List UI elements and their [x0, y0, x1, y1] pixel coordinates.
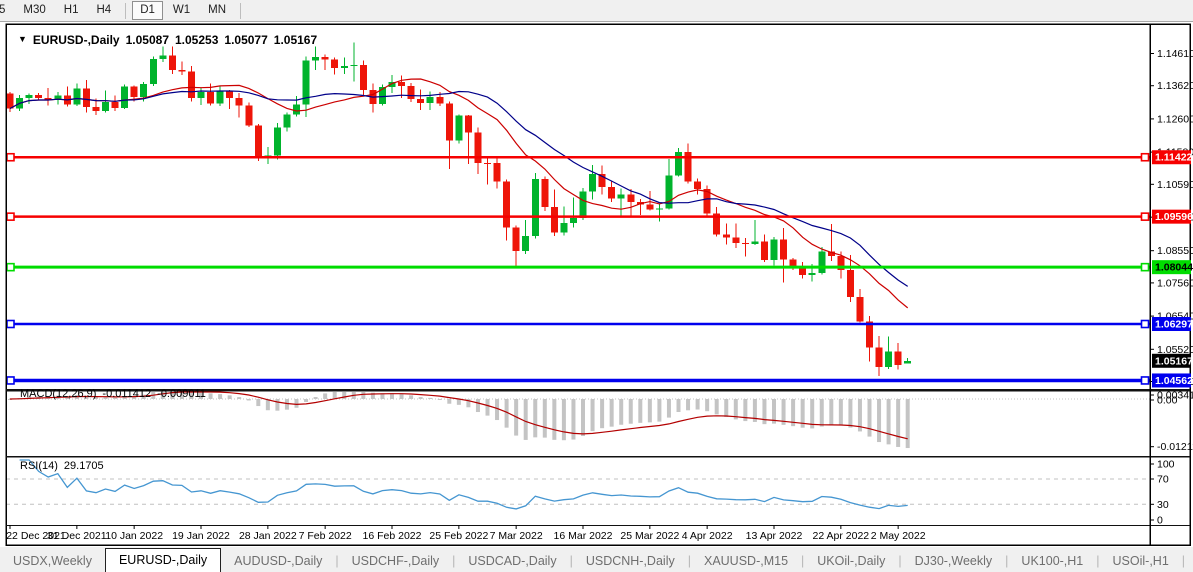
timeframe-button-H4[interactable]: H4 — [88, 1, 119, 20]
horizontal-line-1.08044[interactable] — [7, 264, 1150, 271]
chart-tab-bar: USDX,WeeklyEURUSD-,DailyAUDUSD-,Daily|US… — [0, 547, 1193, 572]
svg-text:7 Mar 2022: 7 Mar 2022 — [490, 530, 543, 542]
mt4-terminal: 5M30H1H4 D1W1MN 1.14610 1.13620 1.12600 1.11… — [0, 0, 1193, 572]
svg-text:1.05167: 1.05167 — [1155, 355, 1193, 367]
candlestick-series — [7, 42, 912, 376]
rsi-label: RSI(14) 29.1705 — [20, 460, 104, 472]
panel-borders — [6, 24, 1190, 545]
chart-header: ▼ EURUSD-,Daily 1.05087 1.05253 1.05077 … — [18, 33, 317, 47]
svg-text:1.08550: 1.08550 — [1157, 245, 1193, 257]
timeframe-button-M30[interactable]: M30 — [15, 1, 53, 20]
ohlc-open: 1.05087 — [126, 33, 169, 47]
ohlc-low: 1.05077 — [224, 33, 267, 47]
chart-tab-usdchf-daily[interactable]: USDCHF-,Daily — [339, 551, 453, 572]
timeframe-button-H1[interactable]: H1 — [56, 1, 87, 20]
horizontal-line-1.06297[interactable] — [7, 321, 1150, 328]
svg-text:10 Jan 2022: 10 Jan 2022 — [105, 530, 163, 542]
horizontal-line-1.09596[interactable] — [7, 213, 1150, 220]
price-pill-1.11422: 1.11422 — [1152, 150, 1193, 164]
chart-tab-usdcnh-daily[interactable]: USDCNH-,Daily — [573, 551, 688, 572]
svg-text:4 Apr 2022: 4 Apr 2022 — [682, 530, 733, 542]
timeframe-button-D1[interactable]: D1 — [132, 1, 163, 20]
chart-tab-ukoil-daily[interactable]: UKOil-,Daily — [804, 551, 898, 572]
svg-text:1.06297: 1.06297 — [1155, 319, 1193, 331]
svg-text:7 Feb 2022: 7 Feb 2022 — [299, 530, 352, 542]
svg-text:-0.012118: -0.012118 — [1157, 441, 1193, 453]
svg-text:1.13620: 1.13620 — [1157, 80, 1193, 92]
symbol-dropdown-icon[interactable]: ▼ — [18, 34, 27, 44]
timeframe-button-MN[interactable]: MN — [200, 1, 234, 20]
svg-text:1.14610: 1.14610 — [1157, 48, 1193, 60]
svg-text:70: 70 — [1157, 474, 1169, 486]
macd-value: -0.011412 — [102, 388, 151, 400]
svg-text:100: 100 — [1157, 459, 1175, 471]
moving-averages — [10, 79, 908, 308]
rsi-panel — [6, 460, 1150, 509]
svg-text:1.11422: 1.11422 — [1155, 152, 1193, 164]
svg-text:19 Jan 2022: 19 Jan 2022 — [172, 530, 230, 542]
price-pill-1.08044: 1.08044 — [1152, 260, 1193, 274]
svg-text:16 Mar 2022: 16 Mar 2022 — [554, 530, 613, 542]
chart-symbol: EURUSD-,Daily — [33, 33, 120, 47]
chart-tab-hk50-[interactable]: HK50-, — [1185, 551, 1193, 572]
macd-signal: -0.009011 — [157, 388, 206, 400]
macd-panel — [6, 392, 1150, 448]
svg-text:1.09596: 1.09596 — [1155, 211, 1193, 223]
chart-tab-uk100-h1[interactable]: UK100-,H1 — [1008, 551, 1096, 572]
horizontal-line-1.04562[interactable] — [7, 377, 1150, 384]
chart-tab-eurusd-daily[interactable]: EURUSD-,Daily — [105, 548, 221, 572]
price-pill-1.05167: 1.05167 — [1152, 354, 1193, 368]
chart-canvas[interactable]: 1.146101.136201.126001.115801.105901.095… — [0, 22, 1193, 546]
toolbar-separator — [240, 3, 241, 19]
svg-text:25 Feb 2022: 25 Feb 2022 — [429, 530, 488, 542]
svg-text:1.08044: 1.08044 — [1155, 262, 1193, 274]
chart-tab-usdx-weekly[interactable]: USDX,Weekly — [0, 551, 105, 572]
svg-text:22 Apr 2022: 22 Apr 2022 — [813, 530, 870, 542]
toolbar-separator — [125, 3, 126, 19]
rsi-name: RSI(14) — [20, 460, 58, 472]
date-axis[interactable]: 22 Dec 202131 Dec 202110 Jan 202219 Jan … — [6, 525, 926, 542]
ohlc-high: 1.05253 — [175, 33, 218, 47]
chart-window: 1.146101.136201.126001.115801.105901.095… — [0, 22, 1193, 546]
macd-label: MACD(12,26,9) -0.011412 -0.009011 — [20, 388, 206, 400]
svg-text:1.12600: 1.12600 — [1157, 113, 1193, 125]
svg-text:25 Mar 2022: 25 Mar 2022 — [620, 530, 679, 542]
svg-text:16 Feb 2022: 16 Feb 2022 — [363, 530, 422, 542]
ohlc-close: 1.05167 — [274, 33, 317, 47]
chart-tab-dj30-weekly[interactable]: DJ30-,Weekly — [902, 551, 1006, 572]
horizontal-line-1.11422[interactable] — [7, 154, 1150, 161]
price-pill-1.09596: 1.09596 — [1152, 210, 1193, 224]
chart-tab-usdcad-daily[interactable]: USDCAD-,Daily — [455, 551, 569, 572]
svg-text:30: 30 — [1157, 499, 1169, 511]
price-pill-1.06297: 1.06297 — [1152, 317, 1193, 331]
svg-text:13 Apr 2022: 13 Apr 2022 — [746, 530, 803, 542]
svg-text:1.07560: 1.07560 — [1157, 277, 1193, 289]
svg-text:31 Dec 2021: 31 Dec 2021 — [47, 530, 107, 542]
chart-tab-xauusd-m15[interactable]: XAUUSD-,M15 — [691, 551, 801, 572]
timeframe-button-5[interactable]: 5 — [0, 1, 13, 20]
svg-text:0: 0 — [1157, 515, 1163, 527]
svg-text:1.10590: 1.10590 — [1157, 179, 1193, 191]
rsi-value: 29.1705 — [64, 460, 104, 472]
timeframe-button-W1[interactable]: W1 — [165, 1, 198, 20]
svg-text:0.00: 0.00 — [1157, 395, 1178, 407]
macd-name: MACD(12,26,9) — [20, 388, 96, 400]
svg-text:28 Jan 2022: 28 Jan 2022 — [239, 530, 297, 542]
svg-text:2 May 2022: 2 May 2022 — [871, 530, 926, 542]
timeframe-toolbar: 5M30H1H4 D1W1MN — [0, 0, 1193, 22]
chart-tab-audusd-daily[interactable]: AUDUSD-,Daily — [221, 551, 335, 572]
svg-text:1.04562: 1.04562 — [1155, 375, 1193, 387]
chart-tab-usoil-h1[interactable]: USOil-,H1 — [1100, 551, 1182, 572]
indicator-axis[interactable]: 0.0034110.00-0.01211810070300 — [1150, 390, 1193, 527]
price-axis[interactable]: 1.146101.136201.126001.115801.105901.095… — [1150, 48, 1193, 388]
price-pill-1.04562: 1.04562 — [1152, 373, 1193, 387]
